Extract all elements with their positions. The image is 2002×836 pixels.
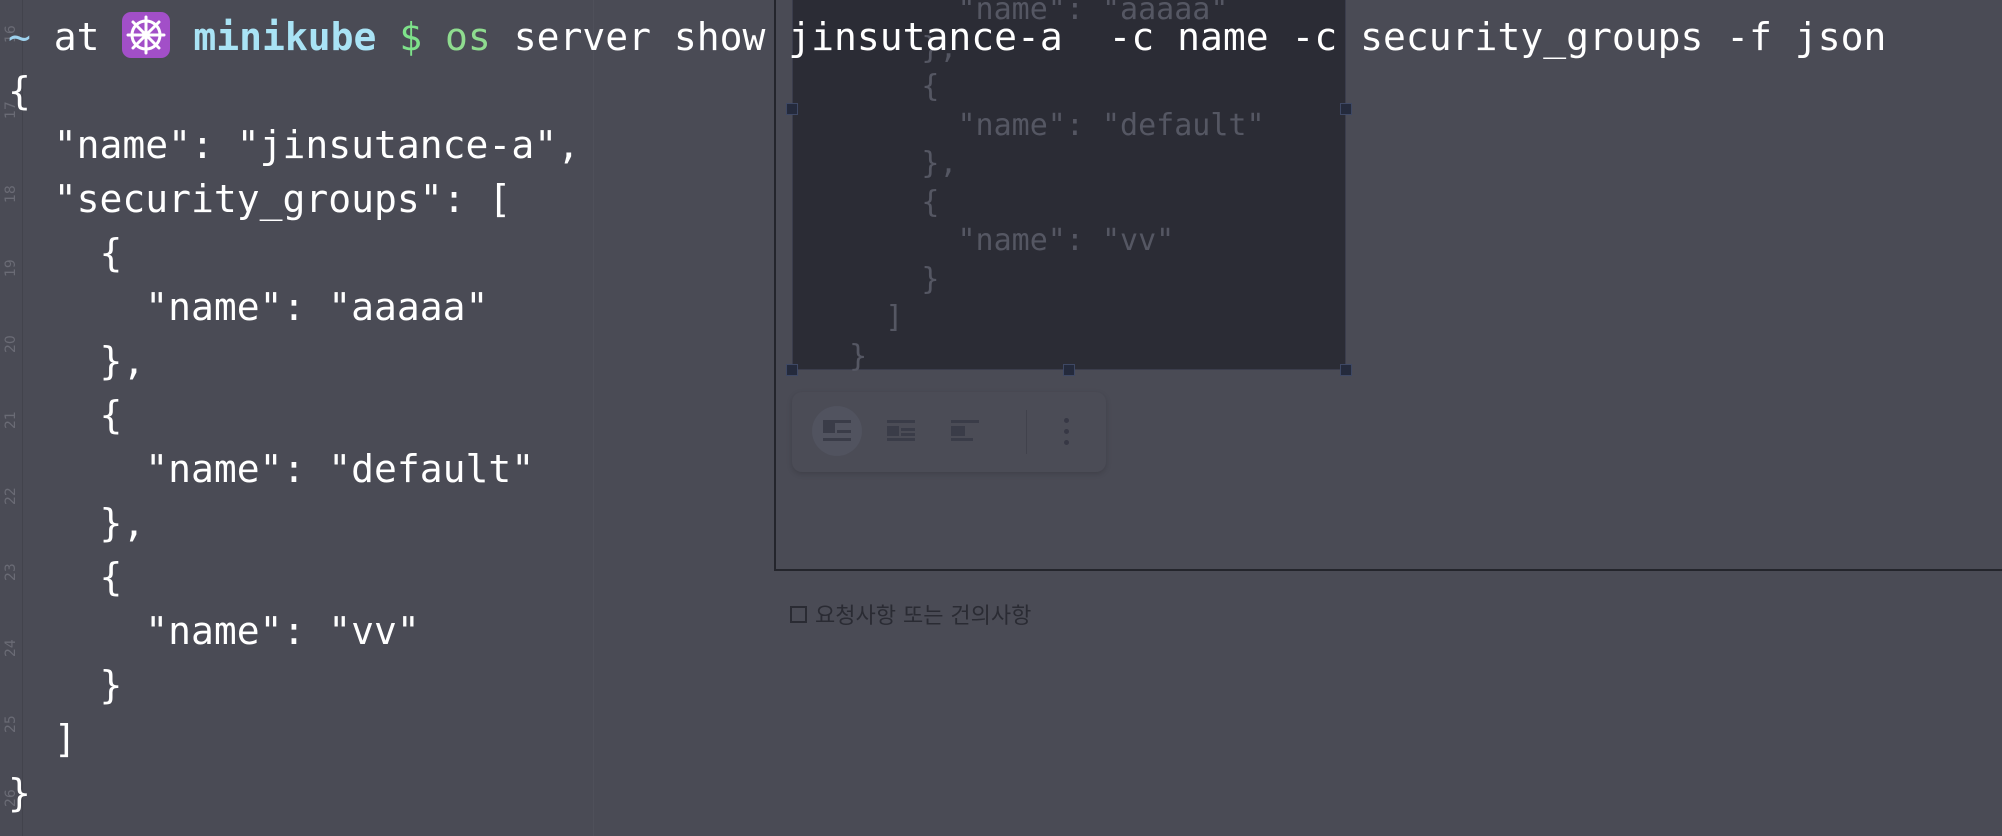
output-line: {	[8, 69, 31, 113]
output-line: {	[8, 231, 123, 275]
output-line: "name": "vv"	[8, 609, 420, 653]
prompt-args: server show jinsutance-a -c name -c secu…	[513, 15, 1887, 59]
output-line: "name": "jinsutance-a",	[8, 123, 580, 167]
output-line: },	[8, 501, 146, 545]
output-line: "name": "aaaaa"	[8, 285, 489, 329]
output-line: }	[8, 771, 31, 815]
prompt-context: minikube	[193, 15, 377, 59]
output-line: "name": "default"	[8, 447, 535, 491]
output-line: {	[8, 555, 123, 599]
prompt-at: at	[53, 15, 100, 59]
prompt-dollar: $	[399, 15, 423, 59]
output-line: {	[8, 393, 123, 437]
prompt-command: os	[445, 15, 491, 59]
terminal-output: ~ at minikube $ os server show jinsutanc…	[8, 10, 1886, 820]
output-line: }	[8, 663, 123, 707]
output-line: ]	[8, 717, 77, 761]
prompt-tilde: ~	[8, 15, 31, 59]
kubernetes-helm-icon	[122, 12, 171, 58]
output-line: "security_groups": [	[8, 177, 512, 221]
output-line: },	[8, 339, 146, 383]
